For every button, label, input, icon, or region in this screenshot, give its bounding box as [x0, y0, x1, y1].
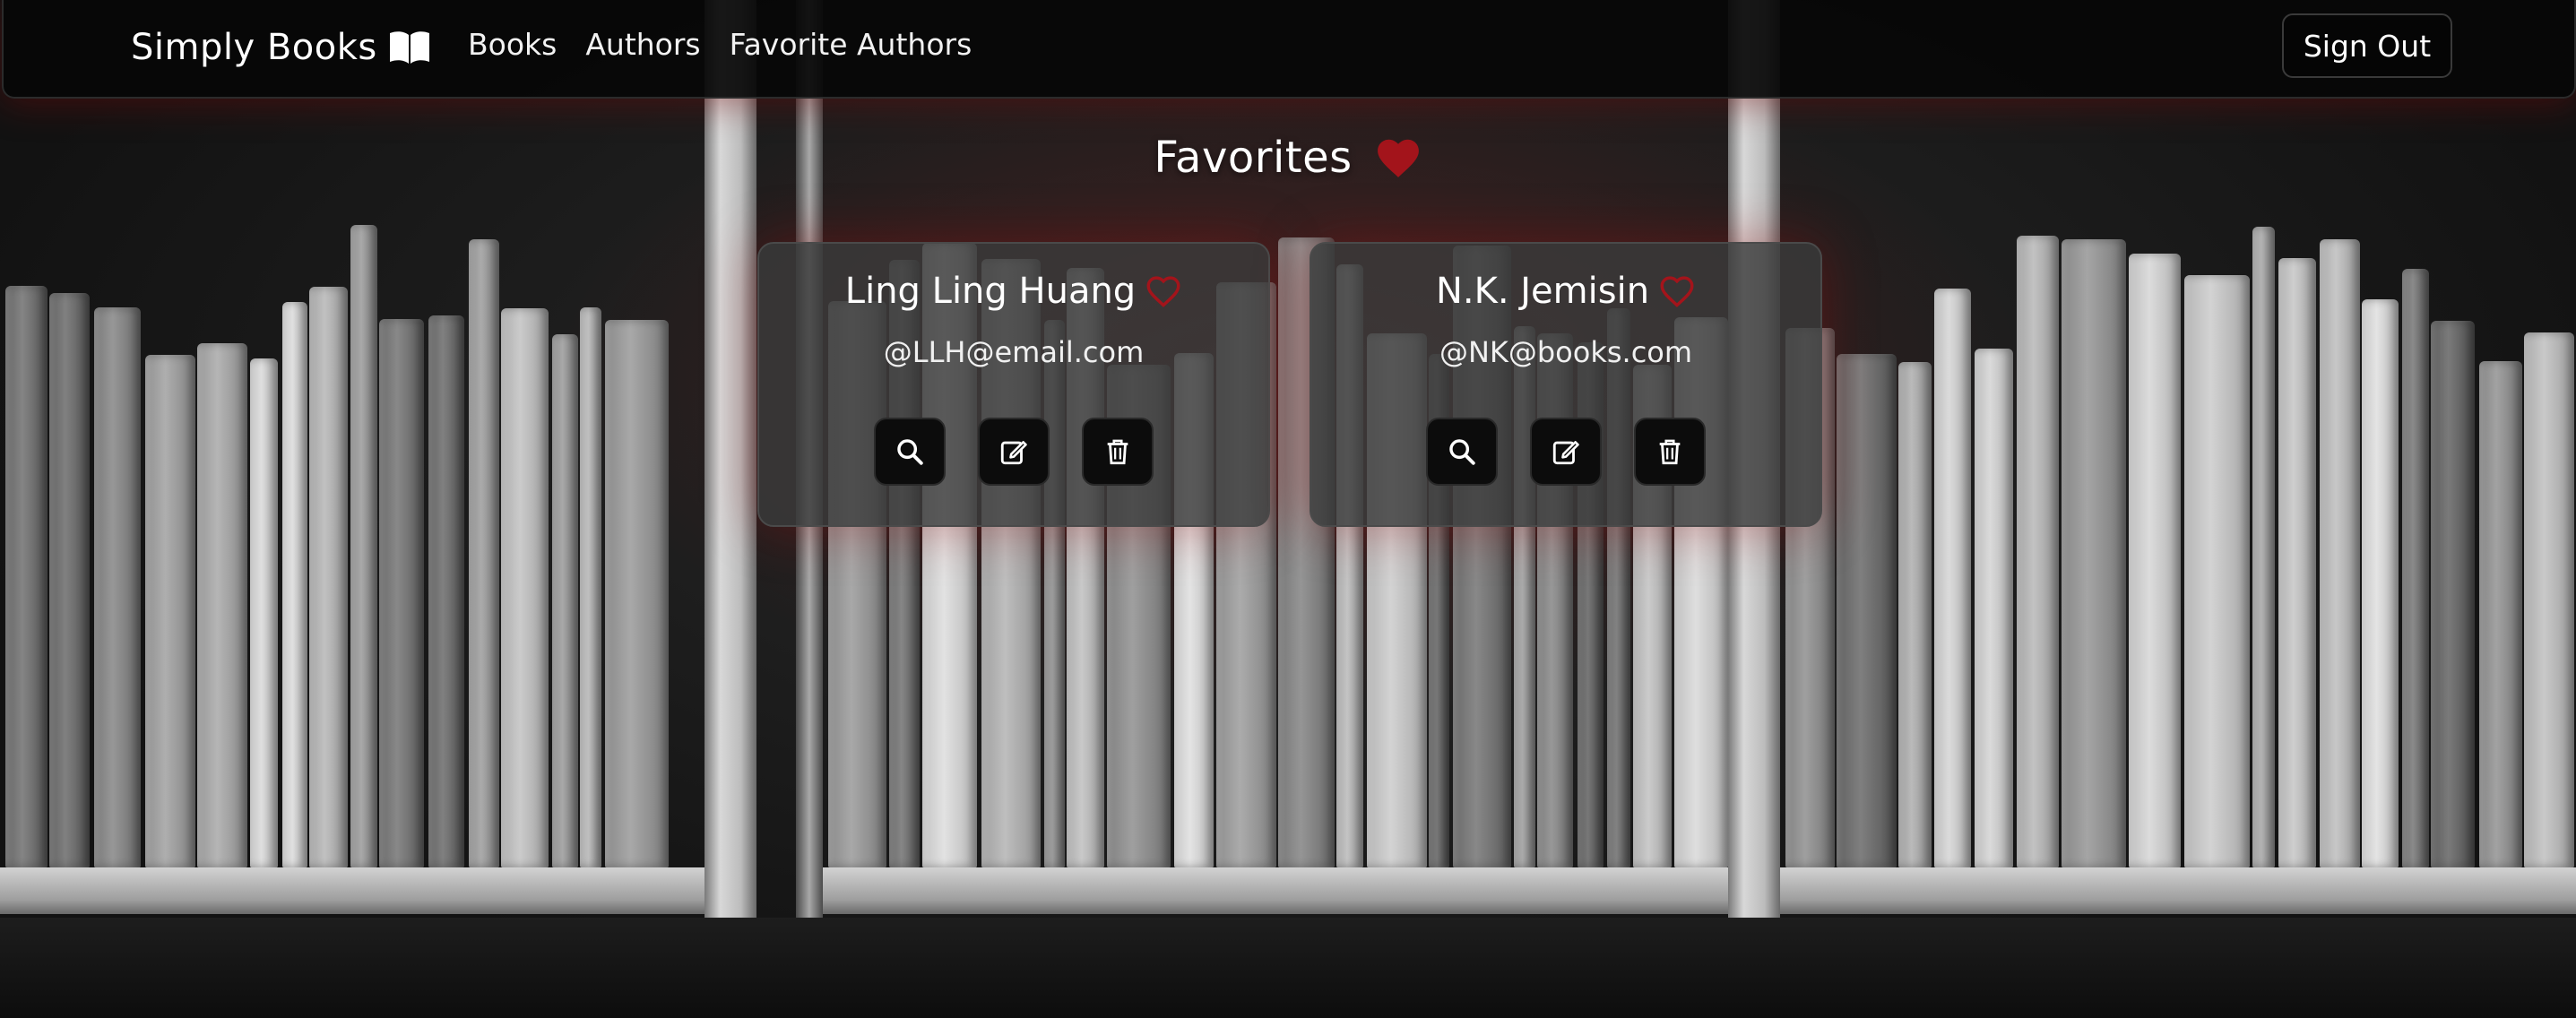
- book-spine: [2524, 332, 2574, 867]
- book-spine: [428, 315, 464, 867]
- book-spine: [1934, 289, 1971, 867]
- book-spine: [2402, 269, 2429, 867]
- sign-out-button[interactable]: Sign Out: [2282, 13, 2452, 78]
- card-actions: [1311, 418, 1820, 486]
- heart-outline-icon[interactable]: [1145, 274, 1182, 308]
- book-spine: [49, 293, 90, 867]
- book-spine: [2362, 299, 2399, 867]
- book-spine: [2129, 254, 2181, 867]
- search-icon: [1449, 439, 1475, 465]
- book-spine: [1975, 349, 2013, 867]
- book-spine: [250, 358, 278, 867]
- book-spine: [2479, 361, 2522, 867]
- author-card: N.K. Jemisin @NK@books.com: [1310, 242, 1822, 527]
- nav-link-favorite-authors[interactable]: Favorite Authors: [730, 27, 972, 62]
- nav-links: Books Authors Favorite Authors: [468, 27, 972, 62]
- book-spine: [2252, 227, 2275, 867]
- trash-icon: [1659, 439, 1681, 465]
- author-email: @LLH@email.com: [883, 335, 1145, 369]
- delete-author-button[interactable]: [1634, 418, 1706, 486]
- delete-author-button[interactable]: [1082, 418, 1154, 486]
- nav-link-books[interactable]: Books: [468, 27, 557, 62]
- card-actions: [759, 418, 1268, 486]
- top-navbar: Simply Books Books Authors Favorite Auth…: [2, 0, 2576, 99]
- book-spine: [282, 302, 307, 867]
- trash-icon: [1107, 439, 1128, 465]
- book-spine: [379, 319, 424, 867]
- brand-home-link[interactable]: Simply Books: [131, 22, 431, 73]
- author-name: Ling Ling Huang: [844, 271, 1137, 312]
- edit-author-button[interactable]: [1530, 418, 1602, 486]
- page-heading: Favorites: [0, 133, 2576, 183]
- book-spine: [2017, 236, 2059, 867]
- edit-icon: [1000, 441, 1027, 465]
- book-spine: [309, 287, 348, 867]
- book-spine: [5, 286, 48, 867]
- search-icon: [897, 439, 923, 465]
- open-book-icon: [388, 30, 431, 65]
- book-spine: [605, 320, 669, 867]
- book-spine: [94, 307, 141, 867]
- book-spine: [469, 239, 499, 867]
- view-author-button[interactable]: [874, 418, 946, 486]
- edit-icon: [1552, 441, 1579, 465]
- author-name: N.K. Jemisin: [1435, 271, 1650, 312]
- book-spine: [2184, 275, 2250, 867]
- book-spine: [350, 225, 377, 867]
- book-spine: [145, 355, 195, 867]
- book-spine: [1837, 354, 1897, 867]
- book-spine: [552, 334, 578, 867]
- book-spine: [197, 343, 247, 867]
- book-spine: [2320, 239, 2360, 867]
- book-spine: [2278, 258, 2316, 867]
- book-spine: [2062, 239, 2126, 867]
- book-spine: [2431, 321, 2475, 867]
- author-name-row: N.K. Jemisin: [1311, 271, 1820, 312]
- edit-author-button[interactable]: [978, 418, 1050, 486]
- book-spine: [1898, 362, 1932, 867]
- heart-filled-icon: [1374, 136, 1422, 179]
- view-author-button[interactable]: [1426, 418, 1498, 486]
- author-name-row: Ling Ling Huang: [759, 271, 1268, 312]
- author-card: Ling Ling Huang @LLH@email.com: [757, 242, 1270, 527]
- page-title: Favorites: [1154, 133, 1353, 183]
- heart-outline-icon[interactable]: [1658, 274, 1696, 308]
- book-spine: [580, 307, 601, 867]
- nav-link-authors[interactable]: Authors: [585, 27, 700, 62]
- brand-name: Simply Books: [131, 27, 377, 68]
- favorite-authors-list: Ling Ling Huang @LLH@email.com N.K. Jemi…: [757, 242, 1822, 527]
- book-spine: [501, 308, 549, 867]
- author-email: @NK@books.com: [1439, 335, 1693, 369]
